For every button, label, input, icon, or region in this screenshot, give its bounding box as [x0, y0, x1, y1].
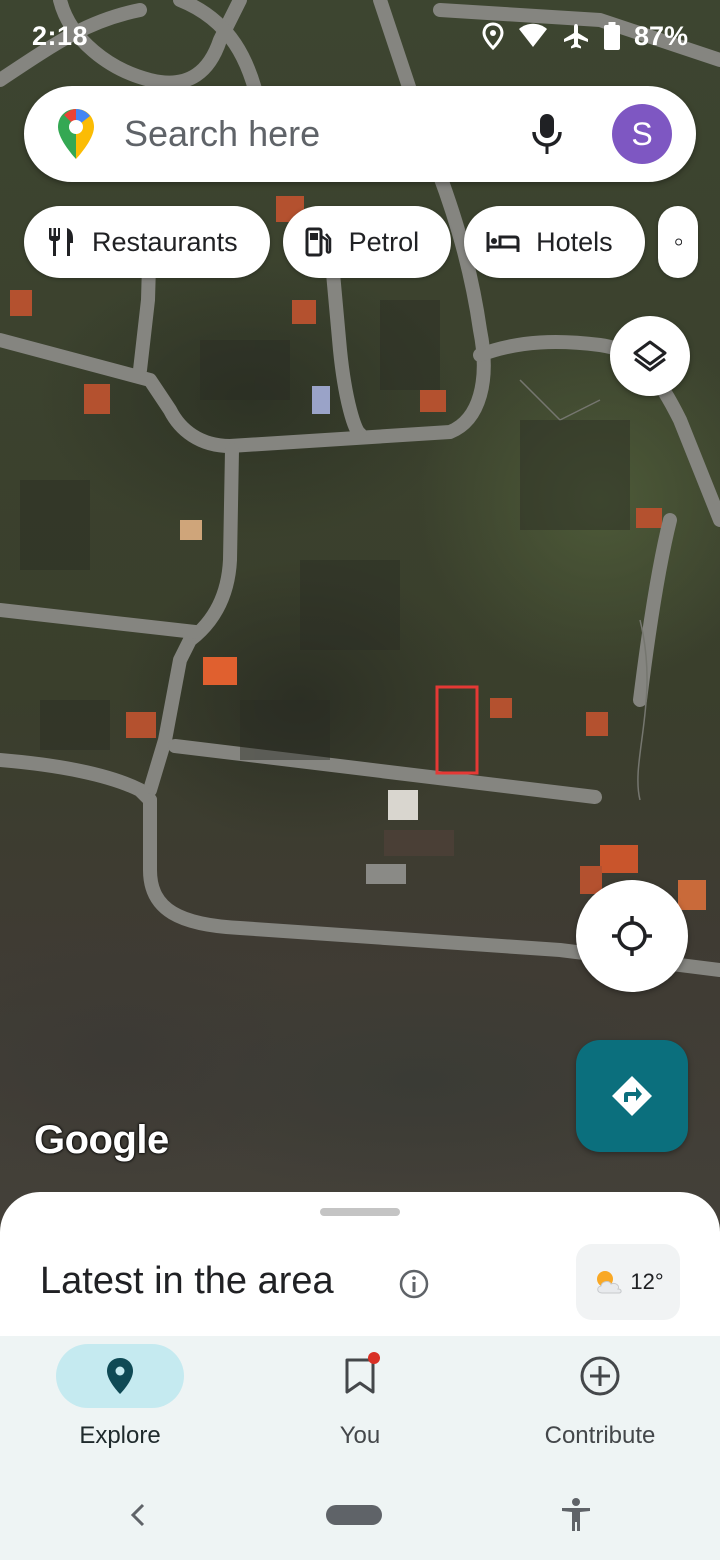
nav-you[interactable]: You [240, 1336, 480, 1470]
home-pill[interactable] [326, 1505, 382, 1525]
chip-more[interactable] [657, 206, 698, 278]
nav-explore[interactable]: Explore [0, 1336, 240, 1470]
nav-label: Contribute [544, 1422, 656, 1449]
layers-icon [633, 340, 667, 372]
maps-logo-icon [58, 109, 94, 159]
chip-label: Hotels [536, 226, 613, 257]
status-time: 2:18 [32, 20, 89, 51]
search-bar[interactable]: Search here S [24, 86, 696, 182]
chip-more-icon [674, 238, 682, 246]
my-location-button[interactable] [576, 880, 688, 992]
battery-percent: 87% [633, 20, 688, 51]
category-chips: Restaurants Petrol Hotels [24, 206, 698, 278]
chip-hotels[interactable]: Hotels [464, 206, 645, 278]
microphone-icon[interactable] [530, 112, 564, 156]
back-icon[interactable] [128, 1502, 148, 1528]
info-icon[interactable] [398, 1268, 430, 1300]
add-circle-icon [580, 1356, 620, 1396]
battery-icon [603, 22, 620, 50]
notification-badge [368, 1352, 380, 1364]
airplane-icon [563, 24, 588, 49]
status-bar: 2:18 87% [0, 0, 720, 72]
nav-contribute[interactable]: Contribute [480, 1336, 720, 1470]
location-icon [482, 22, 504, 50]
explore-pin-icon [107, 1358, 133, 1394]
partly-cloudy-icon [597, 1271, 622, 1294]
bottom-sheet[interactable]: Latest in the area 12° [0, 1192, 720, 1352]
accessibility-icon[interactable] [560, 1497, 592, 1533]
system-navigation-bar [0, 1470, 720, 1560]
search-input[interactable]: Search here [124, 113, 530, 155]
account-avatar[interactable]: S [612, 104, 672, 164]
fuel-icon [305, 227, 331, 257]
nav-label: Explore [79, 1422, 161, 1449]
wifi-icon [518, 23, 547, 47]
weather-chip[interactable]: 12° [576, 1244, 680, 1320]
directions-button[interactable] [576, 1040, 688, 1152]
chip-label: Restaurants [92, 226, 238, 257]
weather-temp: 12° [630, 1269, 664, 1294]
nav-label: You [339, 1422, 381, 1449]
restaurant-icon [49, 228, 73, 256]
sheet-drag-handle[interactable] [320, 1208, 400, 1216]
bed-icon [486, 232, 520, 252]
avatar-initial: S [631, 115, 653, 152]
map-layers-button[interactable] [610, 316, 690, 396]
bottom-navigation: Explore You Contribute [0, 1336, 720, 1470]
sheet-title: Latest in the area [40, 1260, 334, 1302]
crosshair-icon [612, 916, 652, 956]
google-attribution: Google [34, 1118, 169, 1162]
selected-parcel-outline [435, 685, 479, 775]
chip-petrol[interactable]: Petrol [282, 206, 452, 278]
directions-icon [612, 1076, 652, 1116]
chip-label: Petrol [348, 226, 420, 257]
chip-restaurants[interactable]: Restaurants [24, 206, 270, 278]
